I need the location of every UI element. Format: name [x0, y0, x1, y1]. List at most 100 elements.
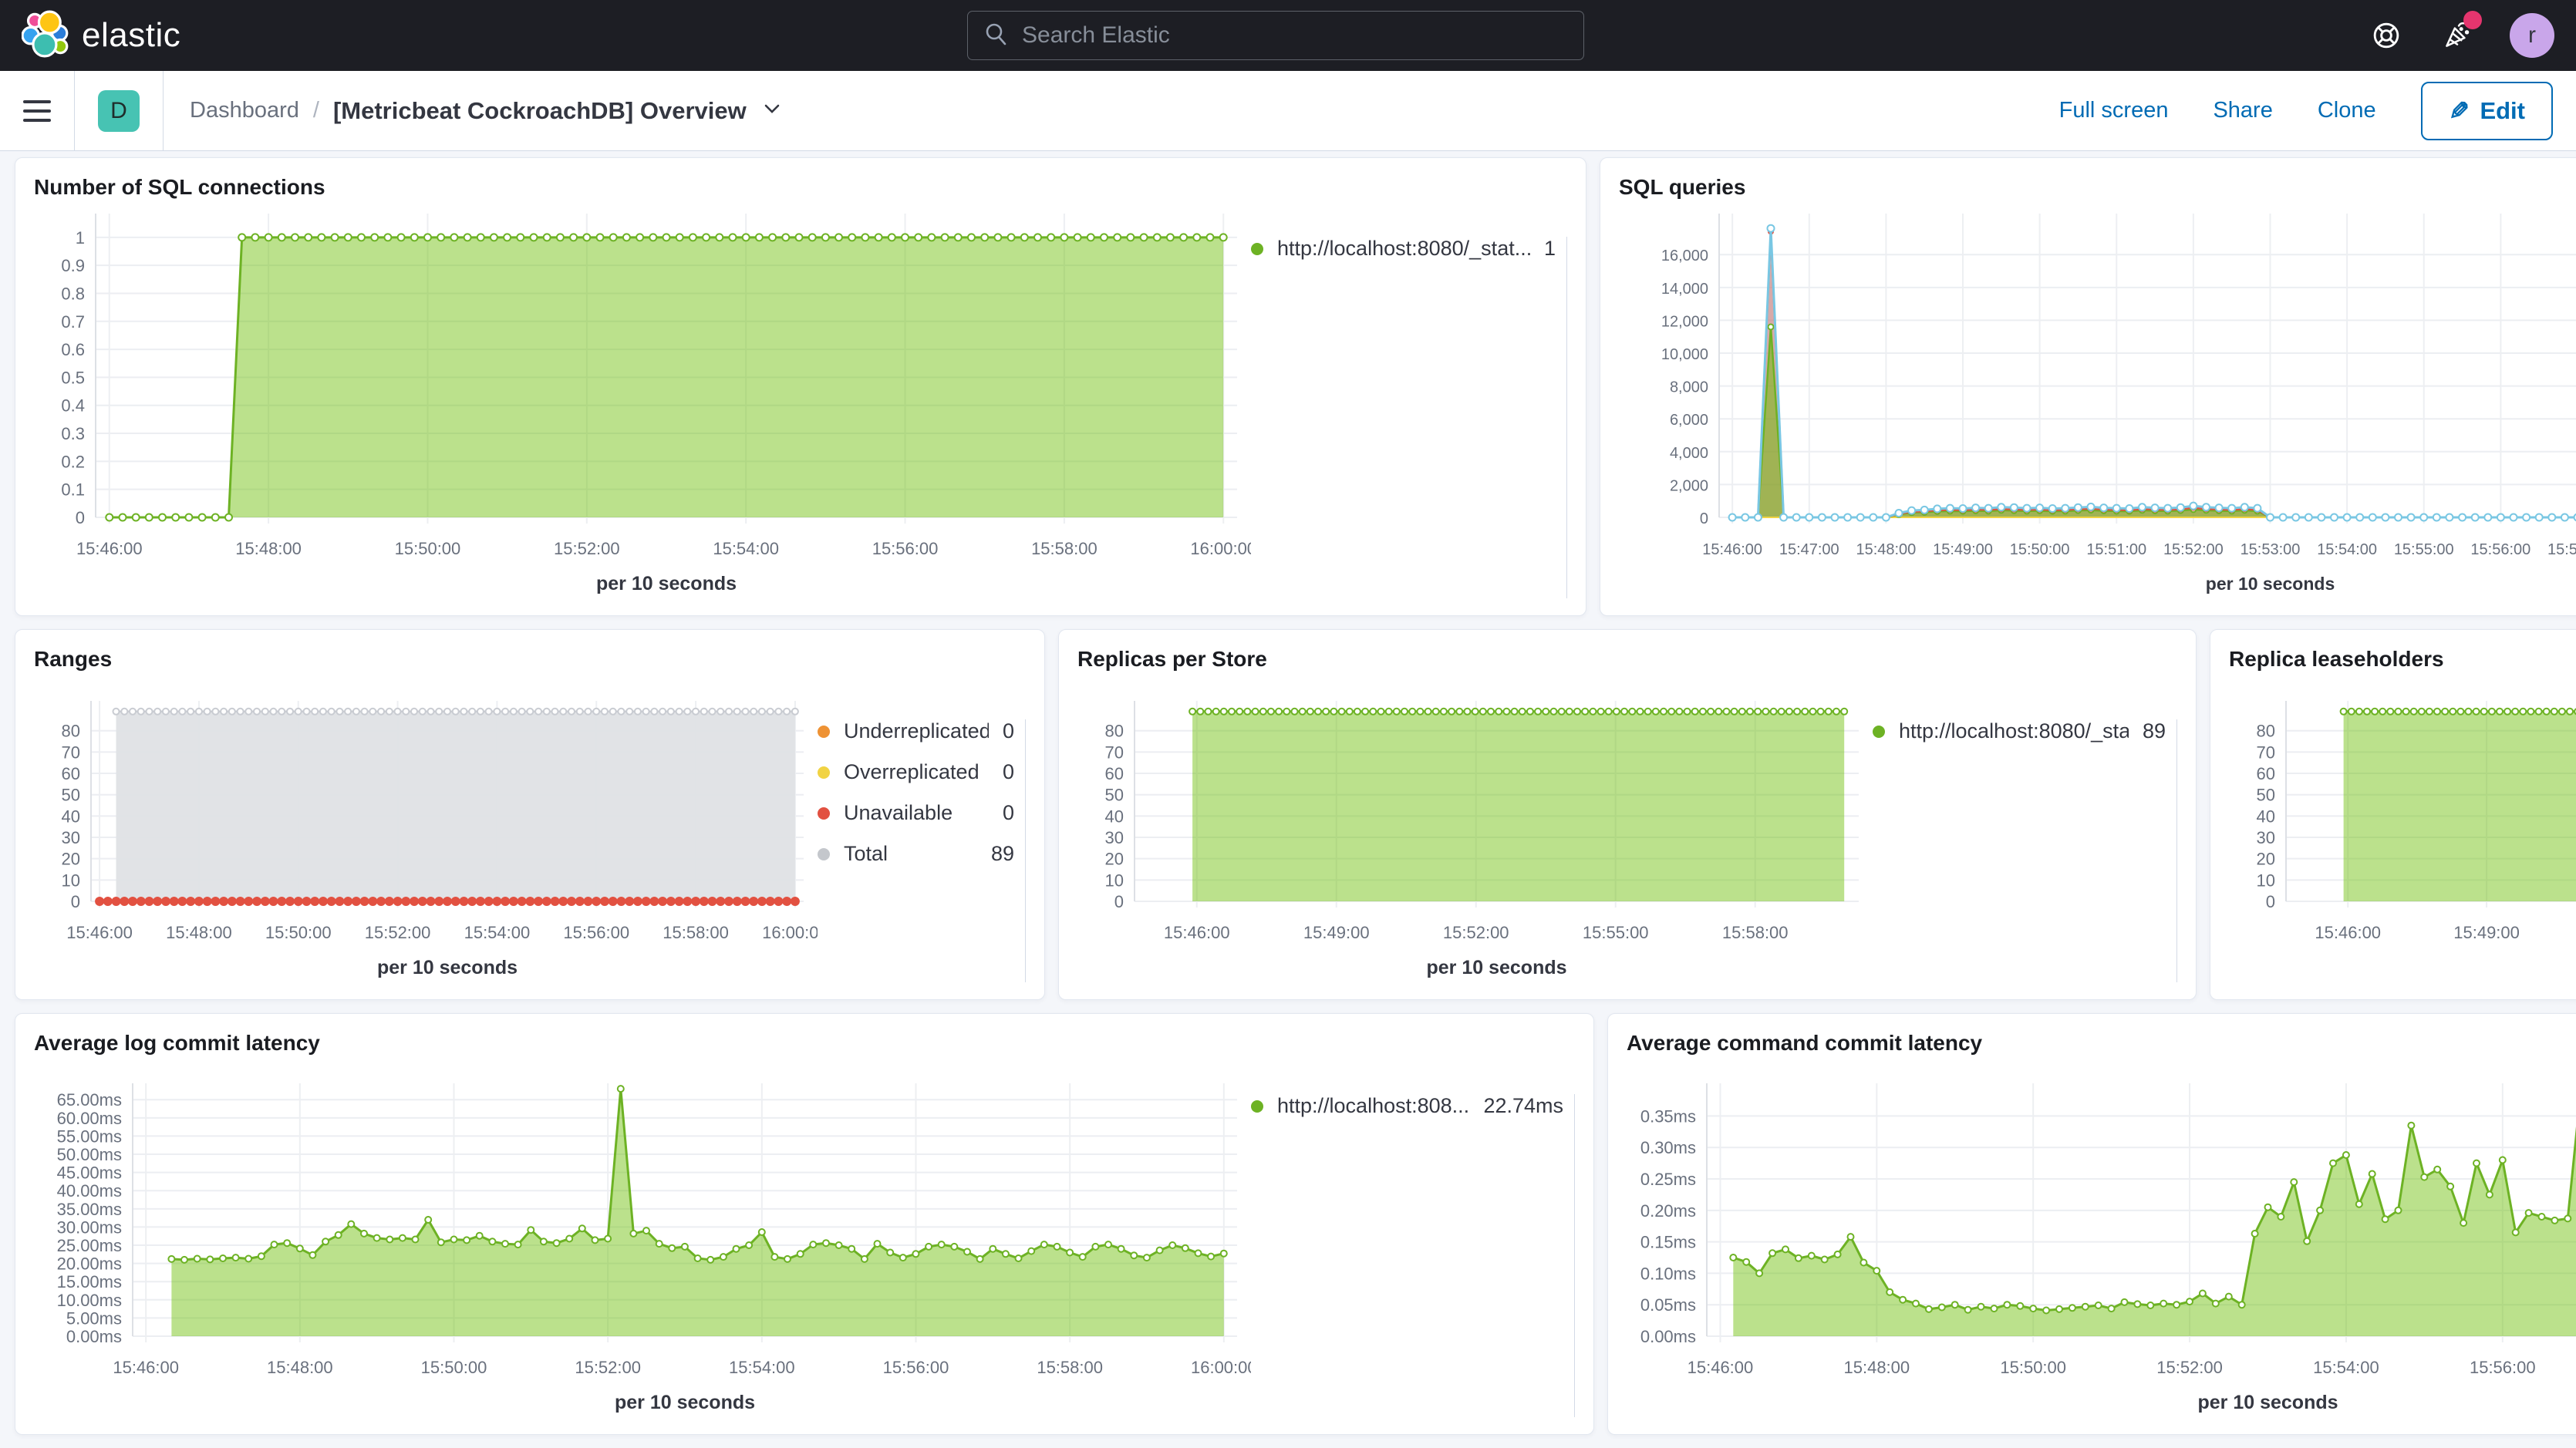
svg-text:15:52:00: 15:52:00 [554, 539, 620, 558]
svg-text:0.9: 0.9 [61, 256, 85, 275]
svg-text:0.00ms: 0.00ms [66, 1327, 122, 1346]
replicas-per-store-chart[interactable]: 0102030405060708015:46:0015:49:0015:52:0… [1077, 692, 1873, 982]
chart-title: Average command commit latency [1627, 1031, 2576, 1056]
svg-text:15:55:00: 15:55:00 [2394, 541, 2454, 558]
panel-replica-leaseholders: Replica leaseholders 0102030405060708015… [2210, 629, 2576, 1000]
newsfeed-icon[interactable] [2439, 17, 2476, 54]
sql-queries-chart[interactable]: 02,0004,0006,0008,00010,00012,00014,0001… [1619, 201, 2576, 598]
svg-text:10.00ms: 10.00ms [57, 1291, 122, 1310]
svg-text:55.00ms: 55.00ms [57, 1126, 122, 1146]
legend-series-dot-icon [1251, 243, 1263, 255]
svg-text:15:51:00: 15:51:00 [2086, 541, 2146, 558]
svg-text:15:46:00: 15:46:00 [1688, 1358, 1754, 1377]
command-commit-latency-chart[interactable]: 0.00ms0.05ms0.10ms0.15ms0.20ms0.25ms0.30… [1627, 1068, 2576, 1417]
svg-text:0: 0 [1114, 892, 1124, 911]
dashboard-app-badge[interactable]: D [98, 90, 140, 132]
svg-text:15:52:00: 15:52:00 [365, 923, 431, 942]
svg-text:0.4: 0.4 [61, 396, 85, 416]
share-button[interactable]: Share [2213, 98, 2272, 123]
svg-text:15:50:00: 15:50:00 [265, 923, 332, 942]
svg-text:16,000: 16,000 [1661, 248, 1708, 264]
user-avatar[interactable]: r [2510, 13, 2554, 58]
svg-text:15:46:00: 15:46:00 [66, 923, 133, 942]
svg-text:0.3: 0.3 [61, 424, 85, 443]
svg-text:per 10 seconds: per 10 seconds [2206, 574, 2335, 594]
legend-item[interactable]: http://localhost:808...22.74ms [1251, 1094, 1563, 1118]
panel-ranges: Ranges 0102030405060708015:46:0015:48:00… [15, 629, 1045, 1000]
svg-text:12,000: 12,000 [1661, 313, 1708, 330]
chart-title: Average log commit latency [34, 1031, 1575, 1056]
replica-leaseholders-chart[interactable]: 0102030405060708015:46:0015:49:0015:52:0… [2229, 692, 2576, 982]
svg-text:15:48:00: 15:48:00 [1844, 1358, 1910, 1377]
legend-series-label: http://localhost:808... [1277, 1094, 1469, 1118]
legend-item[interactable]: Unavailable0 [818, 801, 1014, 825]
chart-title: Replica leaseholders [2229, 647, 2576, 672]
app-section: D [75, 71, 164, 150]
svg-text:40: 40 [62, 807, 80, 826]
search-input[interactable] [1022, 22, 1568, 49]
breadcrumb-dashboard-link[interactable]: Dashboard [190, 98, 299, 123]
svg-text:45.00ms: 45.00ms [57, 1163, 122, 1183]
svg-text:0.2: 0.2 [61, 452, 85, 471]
dashboard-content: Number of SQL connections 00.10.20.30.40… [0, 151, 2576, 1448]
svg-text:15:48:00: 15:48:00 [166, 923, 232, 942]
chart-title: SQL queries [1619, 175, 2576, 200]
log-commit-latency-chart[interactable]: 0.00ms5.00ms10.00ms15.00ms20.00ms25.00ms… [34, 1068, 1251, 1417]
legend-item[interactable]: Overreplicated0 [818, 760, 1014, 784]
svg-text:15:54:00: 15:54:00 [2313, 1358, 2379, 1377]
legend-item[interactable]: http://localhost:8080/_stat...1 [1251, 237, 1556, 261]
svg-text:0: 0 [1700, 510, 1708, 527]
chart-title: Number of SQL connections [34, 175, 1567, 200]
legend-item[interactable]: Underreplicated0 [818, 719, 1014, 743]
breadcrumb-separator: / [313, 98, 319, 123]
global-search[interactable] [967, 11, 1584, 60]
svg-text:5.00ms: 5.00ms [66, 1308, 122, 1328]
svg-text:15:58:00: 15:58:00 [663, 923, 729, 942]
panel-log-commit-latency: Average log commit latency 0.00ms5.00ms1… [15, 1013, 1594, 1435]
ranges-chart[interactable]: 0102030405060708015:46:0015:48:0015:50:0… [34, 692, 818, 982]
panel-sql-queries: SQL queries 02,0004,0006,0008,00010,0001… [1600, 157, 2576, 616]
legend-series-value: 89 [2143, 719, 2166, 743]
svg-text:2,000: 2,000 [1670, 477, 1708, 494]
svg-text:1: 1 [76, 228, 85, 248]
svg-text:per 10 seconds: per 10 seconds [1426, 957, 1566, 978]
svg-text:10: 10 [62, 870, 80, 890]
legend-series-label: Unavailable [844, 801, 953, 825]
svg-text:20.00ms: 20.00ms [57, 1254, 122, 1274]
page-title: [Metricbeat CockroachDB] Overview [333, 97, 747, 125]
svg-text:30: 30 [1105, 828, 1124, 847]
svg-text:15:48:00: 15:48:00 [235, 539, 302, 558]
svg-text:15:52:00: 15:52:00 [2156, 1358, 2223, 1377]
svg-text:per 10 seconds: per 10 seconds [615, 1392, 755, 1413]
svg-text:70: 70 [1105, 743, 1124, 762]
svg-text:0.10ms: 0.10ms [1640, 1264, 1696, 1283]
svg-text:per 10 seconds: per 10 seconds [596, 573, 737, 594]
elastic-brand[interactable]: elastic [22, 10, 180, 62]
legend-item[interactable]: Total89 [818, 842, 1014, 866]
svg-text:15:46:00: 15:46:00 [1702, 541, 1762, 558]
svg-text:0.25ms: 0.25ms [1640, 1170, 1696, 1189]
legend-series-label: Total [844, 842, 888, 866]
legend-series-label: http://localhost:8080/_sta... [1899, 719, 2129, 743]
svg-text:65.00ms: 65.00ms [57, 1090, 122, 1110]
svg-text:16:00:00: 16:00:00 [762, 923, 818, 942]
svg-text:15:55:00: 15:55:00 [1583, 923, 1649, 942]
help-icon[interactable] [2368, 17, 2405, 54]
svg-text:15:54:00: 15:54:00 [464, 923, 531, 942]
svg-text:15:56:00: 15:56:00 [2470, 1358, 2536, 1377]
ranges-legend: Underreplicated0 Overreplicated0 Unavailab… [818, 719, 1026, 982]
svg-text:15:53:00: 15:53:00 [2241, 541, 2301, 558]
chevron-down-icon[interactable] [760, 101, 784, 120]
svg-text:60: 60 [2257, 764, 2275, 783]
svg-text:40: 40 [1105, 807, 1124, 826]
dashboard-toolbar: D Dashboard / [Metricbeat CockroachDB] O… [0, 71, 2576, 151]
svg-text:15:49:00: 15:49:00 [1303, 923, 1370, 942]
sql-connections-chart[interactable]: 00.10.20.30.40.50.60.70.80.9115:46:0015:… [34, 201, 1251, 598]
edit-button[interactable]: ✎ Edit [2421, 82, 2553, 140]
panel-command-commit-latency: Average command commit latency 0.00ms0.0… [1607, 1013, 2576, 1435]
legend-item[interactable]: http://localhost:8080/_sta... 89 [1873, 719, 2166, 743]
full-screen-button[interactable]: Full screen [2059, 98, 2169, 123]
hamburger-menu-icon[interactable] [23, 100, 51, 122]
clone-button[interactable]: Clone [2318, 98, 2376, 123]
svg-text:15:54:00: 15:54:00 [729, 1358, 795, 1377]
